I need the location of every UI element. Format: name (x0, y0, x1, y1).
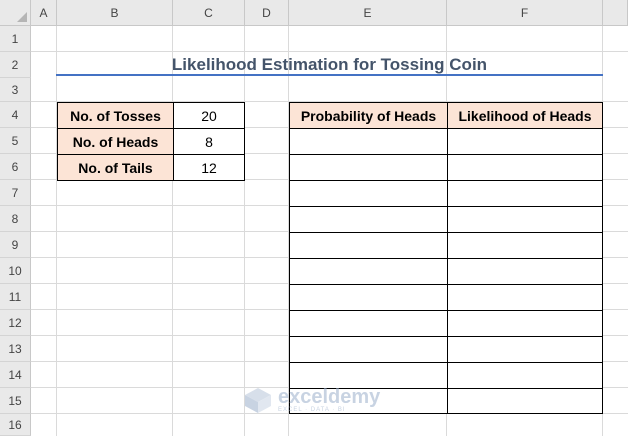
exceldemy-watermark: exceldemy EXCEL · DATA · BI (243, 386, 380, 414)
row-header-12[interactable]: 12 (0, 310, 31, 336)
watermark-text-block: exceldemy EXCEL · DATA · BI (278, 387, 380, 413)
column-header-g[interactable] (603, 0, 628, 26)
column-header-d[interactable]: D (245, 0, 289, 26)
likelihood-cell[interactable] (447, 258, 603, 285)
column-header-e[interactable]: E (289, 0, 447, 26)
row-header-3[interactable]: 3 (0, 78, 31, 102)
row-header-2[interactable]: 2 (0, 52, 31, 78)
row-header-16[interactable]: 16 (0, 414, 31, 436)
probability-cell[interactable] (289, 362, 448, 389)
row-header-4[interactable]: 4 (0, 102, 31, 128)
tails-label-cell[interactable]: No. of Tails (57, 154, 174, 181)
row-header-5[interactable]: 5 (0, 128, 31, 154)
tosses-value-cell[interactable]: 20 (173, 102, 245, 129)
column-header-c[interactable]: C (173, 0, 245, 26)
select-all-icon (17, 12, 27, 22)
likelihood-cell[interactable] (447, 206, 603, 233)
likelihood-cell[interactable] (447, 154, 603, 181)
likelihood-cell[interactable] (447, 310, 603, 337)
probability-cell[interactable] (289, 180, 448, 207)
likelihood-cell[interactable] (447, 180, 603, 207)
title-underline (56, 74, 603, 76)
column-header-a[interactable]: A (31, 0, 57, 26)
likelihood-cell[interactable] (447, 388, 603, 414)
probability-cell[interactable] (289, 232, 448, 259)
heads-value-cell[interactable]: 8 (173, 128, 245, 155)
select-all-corner[interactable] (0, 0, 31, 26)
likelihood-header-cell[interactable]: Likelihood of Heads (447, 102, 603, 129)
probability-cell[interactable] (289, 336, 448, 363)
tosses-label-cell[interactable]: No. of Tosses (57, 102, 174, 129)
row-header-1[interactable]: 1 (0, 26, 31, 52)
probability-cell[interactable] (289, 258, 448, 285)
likelihood-cell[interactable] (447, 128, 603, 155)
probability-header-cell[interactable]: Probability of Heads (289, 102, 448, 129)
row-header-10[interactable]: 10 (0, 258, 31, 284)
row-header-6[interactable]: 6 (0, 154, 31, 180)
probability-cell[interactable] (289, 154, 448, 181)
row-header-11[interactable]: 11 (0, 284, 31, 310)
probability-cell[interactable] (289, 128, 448, 155)
row-header-9[interactable]: 9 (0, 232, 31, 258)
watermark-name: exceldemy (278, 386, 381, 408)
likelihood-cell[interactable] (447, 232, 603, 259)
heads-label-cell[interactable]: No. of Heads (57, 128, 174, 155)
probability-cell[interactable] (289, 284, 448, 311)
row-header-8[interactable]: 8 (0, 206, 31, 232)
row-header-15[interactable]: 15 (0, 388, 31, 414)
probability-cell[interactable] (289, 206, 448, 233)
row-header-7[interactable]: 7 (0, 180, 31, 206)
likelihood-cell[interactable] (447, 362, 603, 389)
column-header-f[interactable]: F (447, 0, 603, 26)
row-header-14[interactable]: 14 (0, 362, 31, 388)
exceldemy-logo-icon (245, 388, 271, 413)
likelihood-cell[interactable] (447, 284, 603, 311)
column-header-b[interactable]: B (57, 0, 173, 26)
likelihood-cell[interactable] (447, 336, 603, 363)
probability-cell[interactable] (289, 310, 448, 337)
row-header-13[interactable]: 13 (0, 336, 31, 362)
tails-value-cell[interactable]: 12 (173, 154, 245, 181)
